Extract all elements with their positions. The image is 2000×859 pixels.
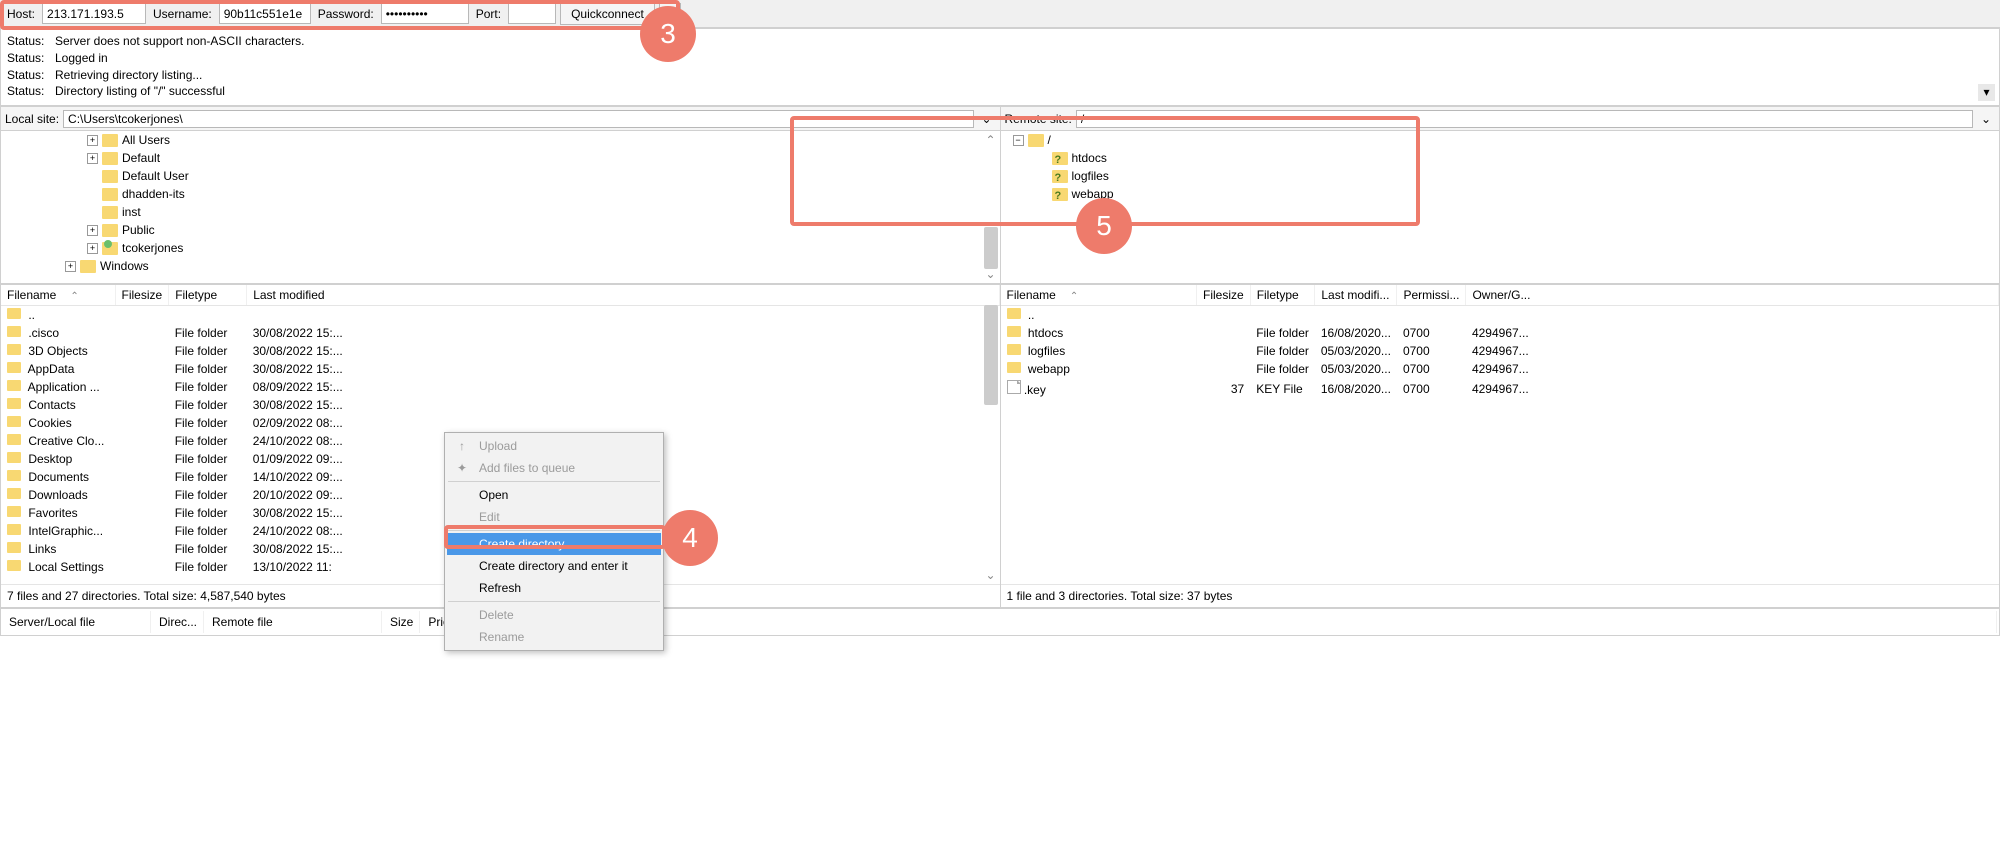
context-menu: ↑Upload ✦Add files to queue Open Edit Cr… bbox=[444, 432, 664, 651]
file-row[interactable]: .. bbox=[1001, 306, 1999, 325]
tree-item[interactable]: +All Users bbox=[87, 131, 994, 149]
col-direction[interactable]: Direc... bbox=[153, 611, 204, 633]
col-filesize[interactable]: Filesize bbox=[1197, 285, 1251, 306]
quickconnect-bar: Host: Username: Password: Port: Quickcon… bbox=[0, 0, 2000, 28]
quickconnect-dropdown[interactable]: ▾ bbox=[659, 3, 681, 25]
ctx-add-queue[interactable]: ✦Add files to queue bbox=[447, 457, 661, 479]
ctx-open[interactable]: Open bbox=[447, 484, 661, 506]
log-key: Status: bbox=[7, 83, 55, 100]
file-row[interactable]: AppDataFile folder30/08/2022 15:... bbox=[1, 360, 999, 378]
col-lastmod[interactable]: Last modifi... bbox=[1315, 285, 1397, 306]
remote-status: 1 file and 3 directories. Total size: 37… bbox=[1001, 584, 2000, 607]
col-filetype[interactable]: Filetype bbox=[1250, 285, 1315, 306]
col-server-local[interactable]: Server/Local file bbox=[3, 611, 151, 633]
local-site-bar: Local site: ⌄ bbox=[1, 107, 1000, 131]
ctx-delete[interactable]: Delete bbox=[447, 604, 661, 626]
tree-item[interactable]: htdocs bbox=[1037, 149, 1994, 167]
scrollbar-thumb[interactable] bbox=[984, 305, 998, 405]
remote-site-label: Remote site: bbox=[1005, 112, 1072, 126]
log-key: Status: bbox=[7, 67, 55, 84]
ctx-upload[interactable]: ↑Upload bbox=[447, 435, 661, 457]
ctx-refresh[interactable]: Refresh bbox=[447, 577, 661, 599]
log-key: Status: bbox=[7, 50, 55, 67]
separator bbox=[448, 601, 660, 602]
remote-site-bar: Remote site: ⌄ bbox=[1001, 107, 2000, 131]
col-owner[interactable]: Owner/G... bbox=[1466, 285, 1999, 306]
tree-item[interactable]: +Windows bbox=[65, 257, 994, 275]
file-row[interactable]: ContactsFile folder30/08/2022 15:... bbox=[1, 396, 999, 414]
local-site-path[interactable] bbox=[63, 110, 973, 128]
file-row[interactable]: CookiesFile folder02/09/2022 08:... bbox=[1, 414, 999, 432]
log-msg: Logged in bbox=[55, 50, 108, 67]
file-row[interactable]: 3D ObjectsFile folder30/08/2022 15:... bbox=[1, 342, 999, 360]
col-lastmod[interactable]: Last modified bbox=[247, 285, 999, 306]
ctx-rename[interactable]: Rename bbox=[447, 626, 661, 648]
upload-icon: ↑ bbox=[455, 439, 469, 453]
col-size[interactable]: Size bbox=[384, 611, 420, 633]
host-input[interactable] bbox=[42, 3, 146, 24]
scroll-down-icon[interactable]: ⌄ bbox=[984, 267, 998, 281]
tree-item[interactable]: Default User bbox=[87, 167, 994, 185]
scroll-down-icon[interactable]: ⌄ bbox=[984, 568, 998, 582]
local-tree[interactable]: ⌃ +All Users +Default Default User dhadd… bbox=[1, 131, 1000, 283]
message-log[interactable]: Status:Server does not support non-ASCII… bbox=[0, 28, 2000, 106]
tree-item[interactable]: logfiles bbox=[1037, 167, 1994, 185]
scroll-down-icon[interactable]: ▾ bbox=[1978, 84, 1995, 101]
scrollbar-thumb[interactable] bbox=[984, 227, 998, 269]
tree-item[interactable]: dhadden-its bbox=[87, 185, 994, 203]
col-filename[interactable]: Filename bbox=[1001, 285, 1197, 306]
ctx-create-directory[interactable]: Create directory bbox=[447, 533, 661, 555]
tree-item[interactable]: inst bbox=[87, 203, 994, 221]
ctx-create-directory-enter[interactable]: Create directory and enter it bbox=[447, 555, 661, 577]
host-label: Host: bbox=[4, 7, 38, 21]
tree-item[interactable]: +tcokerjones bbox=[87, 239, 994, 257]
remote-tree[interactable]: −/ htdocs logfiles webapp bbox=[1001, 131, 2000, 283]
scroll-up-icon[interactable]: ⌃ bbox=[984, 133, 998, 147]
port-label: Port: bbox=[473, 7, 504, 21]
file-row[interactable]: .key37KEY File16/08/2020...07004294967..… bbox=[1001, 378, 1999, 399]
log-msg: Server does not support non-ASCII charac… bbox=[55, 33, 304, 50]
log-msg: Retrieving directory listing... bbox=[55, 67, 202, 84]
col-filename[interactable]: Filename bbox=[1, 285, 115, 306]
col-filetype[interactable]: Filetype bbox=[169, 285, 247, 306]
local-site-label: Local site: bbox=[5, 112, 59, 126]
remote-site-dropdown[interactable]: ⌄ bbox=[1977, 112, 1995, 126]
username-label: Username: bbox=[150, 7, 215, 21]
separator bbox=[448, 481, 660, 482]
tree-item[interactable]: +Public bbox=[87, 221, 994, 239]
username-input[interactable] bbox=[219, 3, 311, 24]
remote-site-path[interactable] bbox=[1076, 110, 1973, 128]
password-label: Password: bbox=[315, 7, 377, 21]
password-input[interactable] bbox=[381, 3, 469, 24]
col-status[interactable]: Status bbox=[475, 611, 1997, 633]
file-row[interactable]: htdocsFile folder16/08/2020...0700429496… bbox=[1001, 324, 1999, 342]
file-row[interactable]: logfilesFile folder05/03/2020...07004294… bbox=[1001, 342, 1999, 360]
log-key: Status: bbox=[7, 33, 55, 50]
local-site-dropdown[interactable]: ⌄ bbox=[978, 112, 996, 126]
quickconnect-button[interactable]: Quickconnect bbox=[560, 3, 655, 25]
file-row[interactable]: webappFile folder05/03/2020...0700429496… bbox=[1001, 360, 1999, 378]
col-filesize[interactable]: Filesize bbox=[115, 285, 169, 306]
add-queue-icon: ✦ bbox=[455, 461, 469, 475]
port-input[interactable] bbox=[508, 3, 556, 24]
remote-file-list[interactable]: Filename Filesize Filetype Last modifi..… bbox=[1001, 285, 2000, 584]
log-msg: Directory listing of "/" successful bbox=[55, 83, 225, 100]
transfer-queue[interactable]: Server/Local file Direc... Remote file S… bbox=[0, 608, 2000, 636]
file-row[interactable]: Application ...File folder08/09/2022 15:… bbox=[1, 378, 999, 396]
file-row[interactable]: .. bbox=[1, 306, 999, 325]
tree-item[interactable]: webapp bbox=[1037, 185, 1994, 203]
col-remote-file[interactable]: Remote file bbox=[206, 611, 382, 633]
ctx-edit[interactable]: Edit bbox=[447, 506, 661, 528]
file-row[interactable]: .ciscoFile folder30/08/2022 15:... bbox=[1, 324, 999, 342]
tree-item-root[interactable]: −/ bbox=[1013, 131, 1994, 149]
col-permissions[interactable]: Permissi... bbox=[1397, 285, 1466, 306]
separator bbox=[448, 530, 660, 531]
tree-item[interactable]: +Default bbox=[87, 149, 994, 167]
